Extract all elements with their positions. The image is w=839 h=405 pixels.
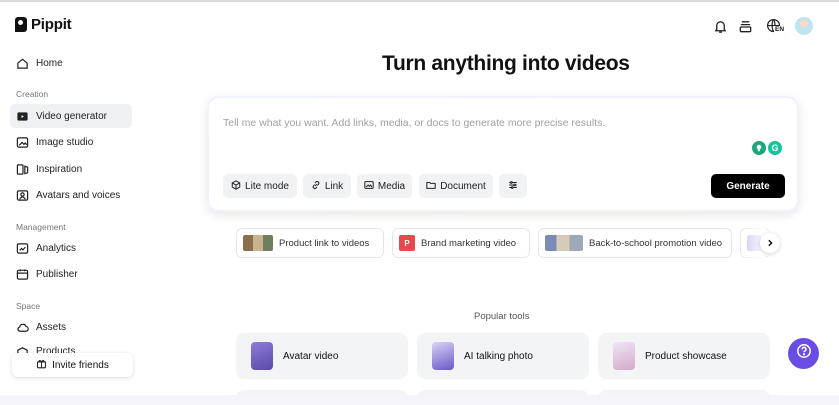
avatar[interactable] <box>795 17 813 35</box>
pippit-logo-icon <box>15 17 27 32</box>
tool-ai-talking-photo[interactable]: AI talking photo <box>417 333 589 379</box>
tool-thumbnail <box>432 342 454 370</box>
suggestion-label: Product link to videos <box>279 237 370 249</box>
tool-product-showcase[interactable]: Product showcase <box>598 333 770 379</box>
sidebar: Pippit Home Creation Video generator Ima… <box>0 0 150 405</box>
sidebar-item-label: Inspiration <box>36 163 83 175</box>
bottom-bar <box>0 395 839 405</box>
lite-mode-label: Lite mode <box>245 180 289 192</box>
invite-friends-button[interactable]: Invite friends <box>12 353 133 377</box>
document-button[interactable]: Document <box>419 174 493 198</box>
sidebar-item-assets[interactable]: Assets <box>10 315 132 339</box>
sidebar-item-home[interactable]: Home <box>10 51 132 75</box>
suggestion-label: Back-to-school promotion video <box>589 237 723 249</box>
sidebar-item-publisher[interactable]: Publisher <box>10 262 132 286</box>
sidebar-item-label: Analytics <box>36 242 77 254</box>
image-icon <box>364 180 374 193</box>
section-label-management: Management <box>16 222 66 232</box>
image-studio-icon <box>16 136 29 149</box>
video-generator-icon <box>16 110 29 123</box>
cloud-icon <box>16 321 29 334</box>
popular-tools-heading: Popular tools <box>474 311 530 322</box>
generate-button[interactable]: Generate <box>711 174 785 198</box>
prompt-input[interactable] <box>223 117 743 129</box>
suggestion-back-to-school[interactable]: Back-to-school promotion video <box>538 228 732 258</box>
language-badge: EN <box>774 26 786 34</box>
link-button[interactable]: Link <box>303 174 351 198</box>
lite-mode-button[interactable]: Lite mode <box>223 174 297 198</box>
sidebar-item-inspiration[interactable]: Inspiration <box>10 157 132 181</box>
tool-label: Product showcase <box>645 350 727 362</box>
link-label: Link <box>324 180 344 192</box>
suggestion-label: Brand marketing video <box>421 237 517 249</box>
avatar-icon <box>16 189 29 202</box>
tool-thumbnail <box>613 342 635 370</box>
sidebar-item-label: Video generator <box>36 110 107 122</box>
help-button[interactable] <box>788 338 819 369</box>
page-title: Turn anything into videos <box>382 52 630 75</box>
media-label: Media <box>377 180 406 192</box>
extension-icons: G <box>752 141 782 155</box>
settings-button[interactable] <box>499 174 527 198</box>
analytics-icon <box>16 242 29 255</box>
media-button[interactable]: Media <box>357 174 412 198</box>
inspiration-icon <box>16 163 29 176</box>
brand-name: Pippit <box>31 16 72 33</box>
section-label-space: Space <box>16 301 41 311</box>
home-icon <box>16 57 29 70</box>
sidebar-item-analytics[interactable]: Analytics <box>10 236 132 260</box>
tool-thumbnail <box>251 342 273 370</box>
brand-logo[interactable]: Pippit <box>15 16 72 33</box>
sidebar-item-video-generator[interactable]: Video generator <box>10 104 132 128</box>
section-label-creation: Creation <box>16 89 49 99</box>
lightbulb-icon[interactable] <box>752 141 766 155</box>
chevron-right-icon[interactable] <box>760 233 780 253</box>
tool-label: AI talking photo <box>464 350 533 362</box>
suggestion-thumbnail <box>243 235 273 251</box>
link-icon <box>311 180 321 193</box>
grammarly-icon[interactable]: G <box>768 141 782 155</box>
tool-avatar-video[interactable]: Avatar video <box>236 333 408 379</box>
sidebar-item-label: Assets <box>36 321 67 333</box>
document-label: Document <box>440 180 486 192</box>
inbox-icon[interactable] <box>736 17 754 35</box>
tool-label: Avatar video <box>283 350 339 362</box>
sidebar-item-label: Home <box>36 57 63 69</box>
brand-badge: P <box>399 235 415 251</box>
folder-icon <box>426 180 436 193</box>
suggestion-brand-marketing[interactable]: P Brand marketing video <box>392 228 530 258</box>
gift-icon <box>36 358 47 372</box>
sidebar-item-avatars-and-voices[interactable]: Avatars and voices <box>10 183 132 207</box>
sidebar-item-label: Publisher <box>36 268 78 280</box>
prompt-card: G Lite mode Link Media Document Generate <box>207 96 799 212</box>
suggestion-thumbnail <box>545 235 583 251</box>
cube-icon <box>231 179 241 193</box>
invite-friends-label: Invite friends <box>52 359 109 371</box>
question-icon <box>796 343 812 364</box>
language-icon[interactable]: EN <box>765 17 786 35</box>
sidebar-item-label: Avatars and voices <box>36 189 121 201</box>
sidebar-item-image-studio[interactable]: Image studio <box>10 130 132 154</box>
suggestion-product-link[interactable]: Product link to videos <box>236 228 384 258</box>
calendar-icon <box>16 268 29 281</box>
sidebar-item-label: Image studio <box>36 136 94 148</box>
bell-icon[interactable] <box>711 17 729 35</box>
sliders-icon <box>508 180 518 193</box>
